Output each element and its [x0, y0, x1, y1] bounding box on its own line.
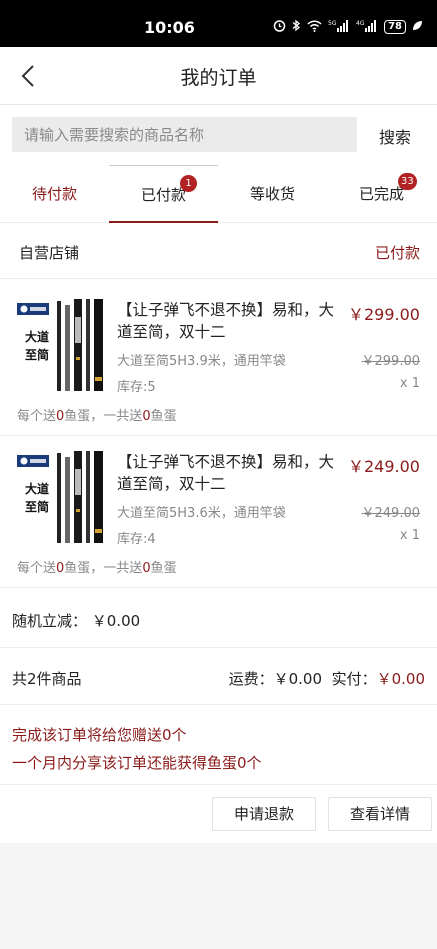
product-spec: 大道至简5H3.6米，通用竿袋: [117, 506, 286, 521]
order-card[interactable]: 自营店铺 已付款 大道 至简 【让子弹飞不退不换】易和，大道至简，双十二 大道至…: [0, 223, 437, 843]
search-button[interactable]: 搜索: [379, 124, 411, 148]
nav-bar: 我的订单: [0, 47, 437, 105]
totals: 运费：￥0.00 实付：￥0.00: [229, 668, 425, 689]
shop-row: 自营店铺 已付款: [0, 223, 437, 279]
bluetooth-icon: [292, 19, 301, 35]
product-thumbnail: 大道 至简: [16, 297, 106, 393]
wifi-icon: [307, 19, 322, 35]
product-name: 【让子弹飞不退不换】易和，大道至简，双十二: [117, 301, 335, 341]
paid-label: 实付：: [331, 670, 377, 688]
tab-completed[interactable]: 已完成 33: [327, 165, 436, 223]
battery-icon: 78: [384, 20, 406, 34]
shipping-fee: ￥0.00: [273, 670, 323, 688]
reward-line-1: 完成该订单将给您赠送0个: [12, 726, 187, 744]
svg-text:至简: 至简: [25, 499, 49, 514]
order-item[interactable]: 大道 至简 【让子弹飞不退不换】易和，大道至简，双十二 大道至简5H3.9米，通…: [0, 283, 437, 436]
5g-signal-icon: 5G: [328, 19, 350, 35]
reward-line-2: 一个月内分享该订单还能获得鱼蛋0个: [12, 754, 262, 772]
discount-row: 随机立减： ￥0.00: [0, 590, 437, 648]
product-name: 【让子弹飞不退不换】易和，大道至简，双十二: [117, 453, 335, 493]
tab-pending-payment[interactable]: 待付款: [0, 165, 109, 223]
reward-note: 完成该订单将给您赠送0个 一个月内分享该订单还能获得鱼蛋0个: [0, 705, 437, 785]
tab-label: 已付款: [140, 186, 186, 204]
order-item[interactable]: 大道 至简 【让子弹飞不退不换】易和，大道至简，双十二 大道至简5H3.6米，通…: [0, 435, 437, 588]
status-icons: 5G 4G 78: [273, 19, 423, 35]
search-bar: 搜索: [0, 105, 437, 165]
view-details-button[interactable]: 查看详情: [328, 797, 432, 831]
leaf-icon: [412, 20, 423, 34]
tab-paid[interactable]: 已付款 1: [109, 165, 218, 223]
product-thumbnail: 大道 至简: [16, 449, 106, 545]
tab-label: 已完成: [358, 185, 404, 203]
random-discount: 随机立减： ￥0.00: [12, 612, 141, 630]
paid-amount: ￥0.00: [376, 670, 425, 688]
product-stock: 库存:4: [117, 532, 156, 547]
shop-name: 自营店铺: [19, 244, 80, 262]
status-time: 10:06: [144, 18, 195, 37]
product-price: ￥249.00: [348, 457, 420, 476]
4g-signal-icon: 4G: [356, 19, 378, 35]
product-price: ￥299.00: [348, 305, 420, 324]
product-quantity: x 1: [399, 376, 420, 391]
tab-awaiting-receipt[interactable]: 等收货: [218, 165, 327, 223]
search-input[interactable]: [12, 117, 357, 152]
order-status: 已付款: [374, 244, 420, 262]
svg-text:4G: 4G: [356, 20, 365, 27]
request-refund-button[interactable]: 申请退款: [212, 797, 316, 831]
tab-badge: 33: [398, 173, 417, 190]
tab-label: 待付款: [31, 185, 77, 203]
product-spec: 大道至简5H3.9米，通用竿袋: [117, 354, 286, 369]
svg-text:大道: 大道: [25, 329, 49, 344]
product-original-price: ￥299.00: [361, 354, 421, 369]
svg-text:至简: 至简: [25, 347, 49, 362]
product-stock: 库存:5: [117, 380, 156, 395]
status-bar: 10:06 5G 4G 78: [0, 0, 437, 47]
page-title: 我的订单: [180, 67, 257, 89]
product-gift-note: 每个送0鱼蛋，一共送0鱼蛋: [17, 561, 177, 576]
item-count: 共2件商品: [12, 670, 82, 688]
shipping-label: 运费：: [228, 670, 274, 688]
summary-row: 共2件商品 运费：￥0.00 实付：￥0.00: [0, 648, 437, 705]
alarm-icon: [273, 19, 286, 35]
svg-text:大道: 大道: [25, 481, 49, 496]
product-quantity: x 1: [399, 528, 420, 543]
product-original-price: ￥249.00: [361, 506, 421, 521]
product-gift-note: 每个送0鱼蛋，一共送0鱼蛋: [17, 409, 177, 424]
tab-badge: 1: [180, 175, 197, 192]
order-tabs: 待付款 已付款 1 等收货 已完成 33: [0, 165, 437, 223]
svg-text:5G: 5G: [328, 20, 337, 27]
tab-label: 等收货: [249, 185, 295, 203]
